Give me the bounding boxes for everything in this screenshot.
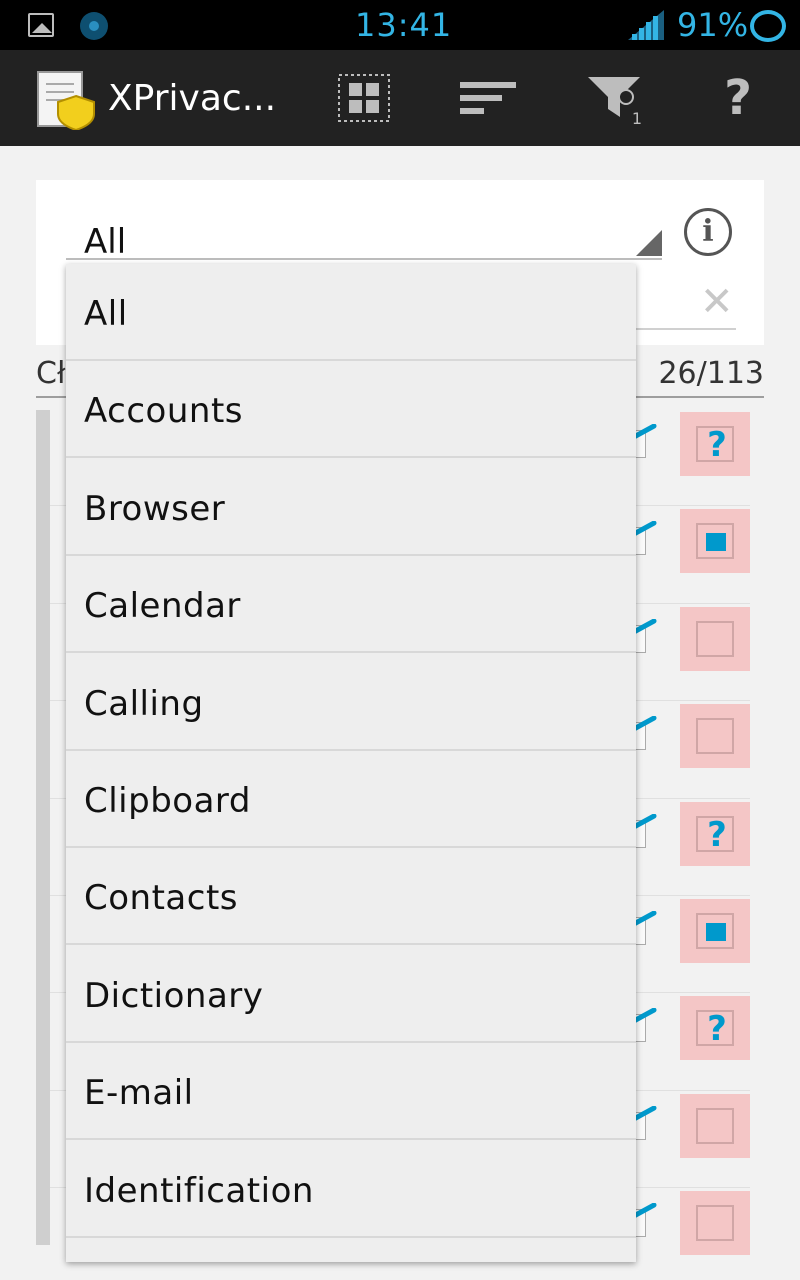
clear-icon[interactable]: ✕ bbox=[700, 282, 734, 322]
battery-ring-icon bbox=[750, 10, 786, 42]
app-count: 26/113 bbox=[658, 356, 764, 391]
restriction-state-checkbox[interactable]: ? bbox=[680, 996, 750, 1061]
checkbox-frame bbox=[696, 913, 734, 949]
select-all-icon bbox=[338, 74, 390, 122]
spinner-selected-text: All bbox=[84, 222, 127, 262]
dropdown-item[interactable]: All bbox=[66, 264, 636, 361]
checkbox-frame bbox=[696, 1107, 734, 1144]
help-icon: ? bbox=[724, 70, 752, 126]
dropdown-item-label: Accounts bbox=[84, 391, 243, 432]
dropdown-item[interactable]: Calendar bbox=[66, 556, 636, 654]
checkbox-frame bbox=[696, 620, 734, 657]
list-header-label: Cł bbox=[36, 356, 66, 391]
dropdown-item-label: Calendar bbox=[84, 586, 241, 627]
category-spinner[interactable]: All bbox=[66, 190, 662, 262]
sync-dot-icon bbox=[80, 12, 108, 40]
sort-button[interactable] bbox=[458, 70, 518, 126]
checkbox-frame: ? bbox=[696, 1009, 734, 1049]
spinner-arrow-icon bbox=[636, 230, 662, 256]
sort-icon bbox=[460, 82, 516, 114]
dropdown-item[interactable]: Dictionary bbox=[66, 946, 636, 1043]
dropdown-item-label: All bbox=[84, 294, 128, 334]
question-icon: ? bbox=[707, 1009, 727, 1050]
restriction-state-checkbox[interactable] bbox=[680, 606, 750, 671]
dropdown-item-label: Contacts bbox=[84, 878, 238, 919]
info-icon[interactable]: i bbox=[684, 208, 732, 256]
dropdown-item-label: Calling bbox=[84, 683, 204, 724]
restriction-state-checkbox[interactable]: ? bbox=[680, 801, 750, 866]
restriction-state-checkbox[interactable] bbox=[680, 509, 750, 574]
help-button[interactable]: ? bbox=[708, 70, 768, 126]
dropdown-item[interactable]: Identification bbox=[66, 1141, 636, 1238]
select-all-button[interactable] bbox=[334, 70, 394, 126]
dropdown-item[interactable]: Clipboard bbox=[66, 751, 636, 848]
dropdown-item[interactable]: Browser bbox=[66, 459, 636, 556]
status-bar: 13:41 91% bbox=[0, 0, 800, 50]
dropdown-item[interactable]: Contacts bbox=[66, 848, 636, 946]
clock: 13:41 bbox=[355, 6, 453, 44]
dropdown-item-label: Identification bbox=[84, 1170, 314, 1211]
filter-button[interactable]: 1 bbox=[584, 70, 644, 128]
dropdown-item-label: Browser bbox=[84, 488, 226, 529]
action-bar: XPrivac... 1 ? bbox=[0, 50, 800, 146]
category-dropdown: All Accounts Browser Calendar Calling Clipboa… bbox=[66, 264, 636, 1262]
checked-fill-icon bbox=[706, 533, 726, 552]
restriction-state-checkbox[interactable] bbox=[680, 1191, 750, 1256]
checked-fill-icon bbox=[706, 923, 726, 941]
dropdown-item[interactable]: E-mail bbox=[66, 1043, 636, 1141]
dropdown-item-label: Dictionary bbox=[84, 975, 264, 1016]
xprivacy-app-icon[interactable] bbox=[36, 70, 96, 130]
dropdown-item[interactable]: Accounts bbox=[66, 361, 636, 459]
dropdown-item-label: E-mail bbox=[84, 1073, 194, 1114]
list-side-bar bbox=[36, 410, 50, 1245]
restriction-state-checkbox[interactable]: ? bbox=[680, 412, 750, 476]
checkbox-frame bbox=[696, 718, 734, 755]
gallery-icon bbox=[28, 13, 54, 37]
question-icon: ? bbox=[707, 425, 727, 465]
restriction-state-checkbox[interactable] bbox=[680, 899, 750, 963]
restriction-state-checkbox[interactable] bbox=[680, 1093, 750, 1158]
checkbox-frame bbox=[696, 1205, 734, 1242]
checkbox-frame: ? bbox=[696, 425, 734, 465]
battery-percent: 91% bbox=[677, 6, 749, 44]
signal-icon bbox=[628, 10, 664, 40]
checkbox-frame: ? bbox=[696, 815, 734, 855]
dropdown-item[interactable]: Calling bbox=[66, 654, 636, 751]
checkbox-frame bbox=[696, 523, 734, 560]
question-icon: ? bbox=[707, 814, 727, 855]
dropdown-item-label: Clipboard bbox=[84, 781, 251, 821]
filter-count: 1 bbox=[631, 109, 642, 128]
restriction-state-checkbox[interactable] bbox=[680, 704, 750, 769]
app-title: XPrivac... bbox=[108, 78, 277, 119]
